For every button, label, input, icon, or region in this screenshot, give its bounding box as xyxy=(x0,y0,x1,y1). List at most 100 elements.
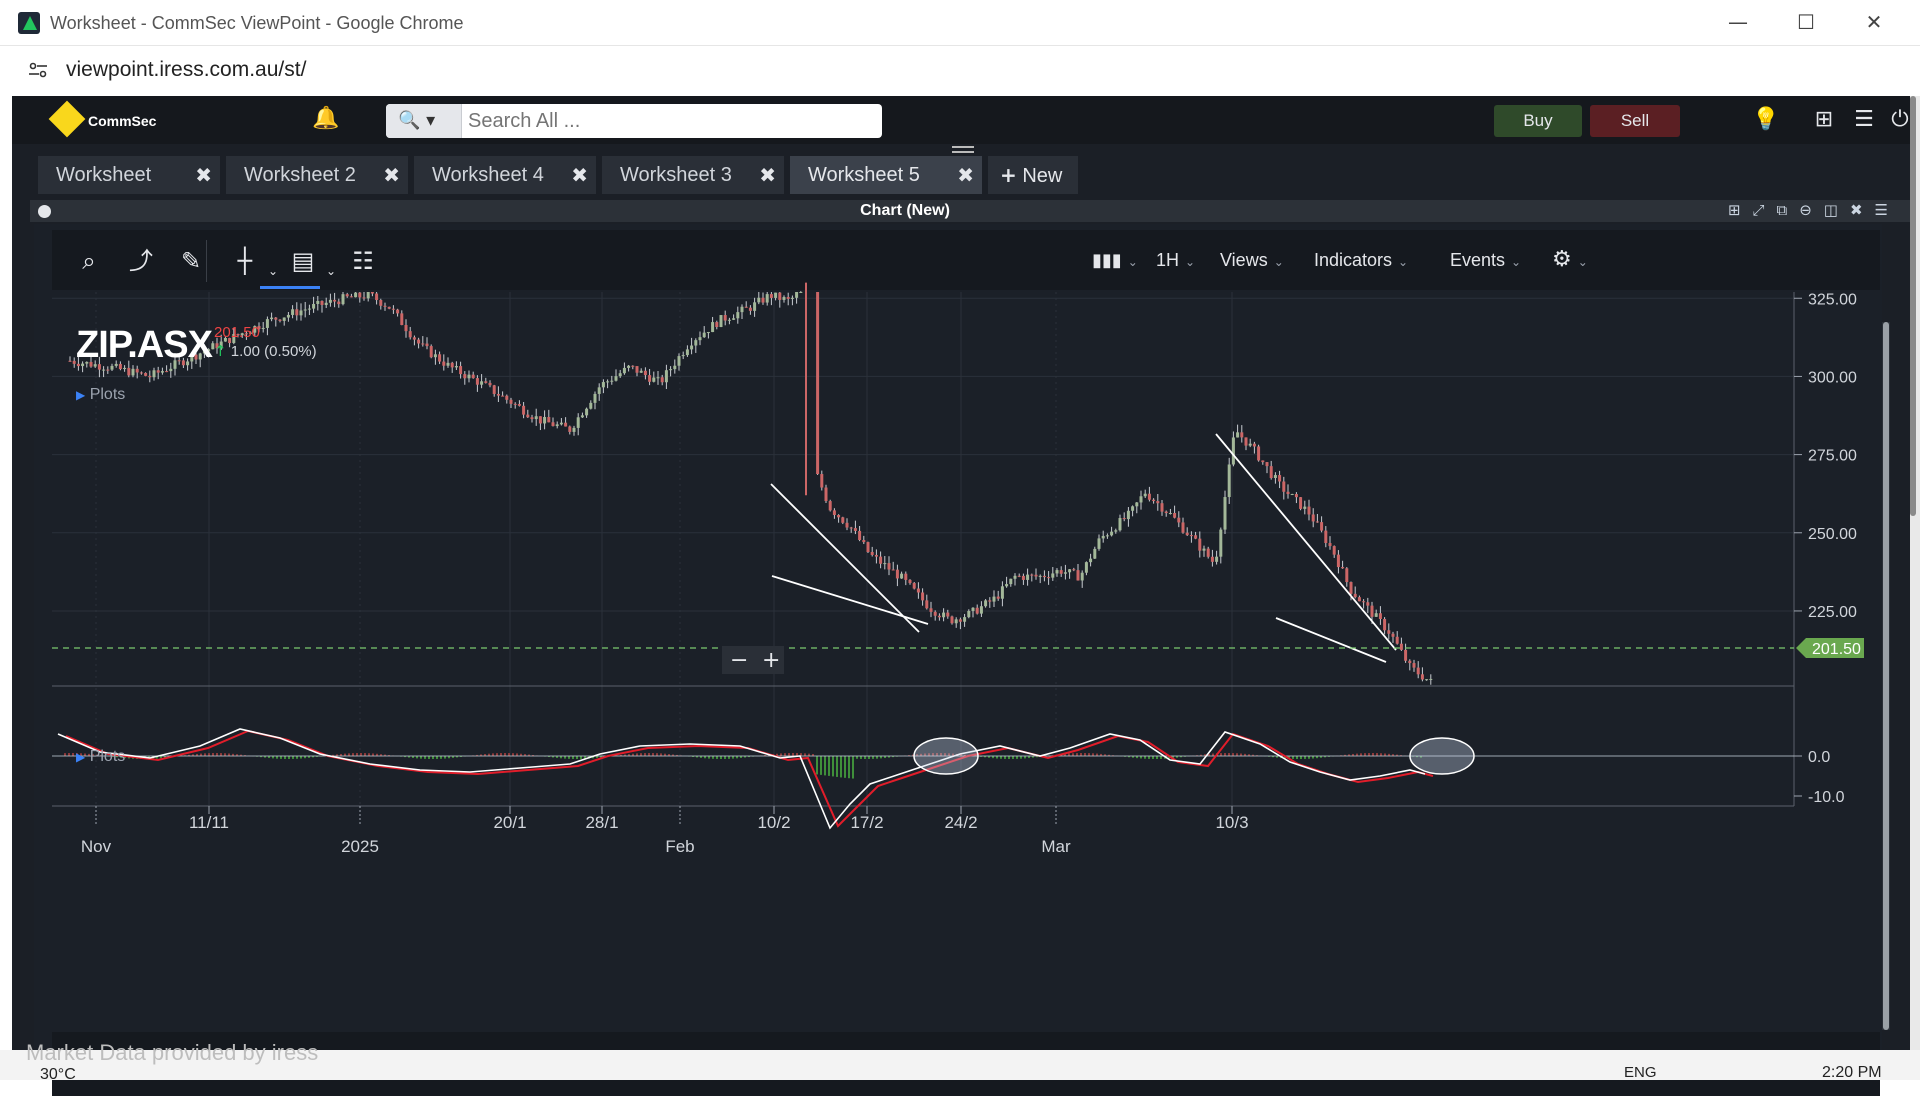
highlight-ellipse-2[interactable] xyxy=(1410,738,1474,774)
oscillator-y-ticks: 0.0-10.0 xyxy=(1794,749,1845,806)
candle-body xyxy=(1102,536,1105,538)
candle-body xyxy=(774,293,777,298)
menu-icon[interactable]: ☰ xyxy=(1850,106,1878,134)
candle-body xyxy=(1005,584,1008,586)
histogram-bar xyxy=(568,756,570,759)
candle-body xyxy=(1119,518,1122,530)
candle-body xyxy=(106,370,109,371)
pane-plus-icon[interactable]: + xyxy=(762,648,780,673)
power-icon[interactable]: ⏻ xyxy=(1886,106,1914,134)
candle-body xyxy=(1026,575,1029,580)
histogram-bar xyxy=(504,753,506,756)
highlight-ellipse-1[interactable] xyxy=(914,738,978,774)
close-tab-icon[interactable]: ✖ xyxy=(383,156,400,194)
bell-icon[interactable]: 🔔 xyxy=(312,106,340,134)
candle-body xyxy=(610,381,613,382)
add-icon[interactable]: ⊞ xyxy=(1810,106,1838,134)
candle-body xyxy=(270,318,273,320)
close-tab-icon[interactable]: ✖ xyxy=(957,156,974,194)
y-tick-label: 225.00 xyxy=(1808,604,1857,621)
histogram-bar xyxy=(784,753,786,756)
last-price-label: 201.50 xyxy=(1812,641,1861,658)
candle-body xyxy=(287,315,290,318)
histogram-bar xyxy=(832,756,834,776)
candle-body xyxy=(1236,432,1239,437)
tab-worksheet-2[interactable]: Worksheet 2 ✖ xyxy=(226,156,408,194)
candle-body xyxy=(816,292,819,474)
close-tab-icon[interactable]: ✖ xyxy=(195,156,212,194)
candle-body xyxy=(1337,555,1340,567)
histogram-bar xyxy=(356,753,358,756)
language-indicator[interactable]: ENG xyxy=(1624,1064,1657,1081)
tab-worksheet[interactable]: Worksheet ✖ xyxy=(38,156,220,194)
candle-body xyxy=(510,400,513,404)
sell-button[interactable]: Sell xyxy=(1590,105,1680,137)
maximize-button[interactable]: ☐ xyxy=(1794,10,1818,34)
candle-body xyxy=(367,292,370,298)
candle-body xyxy=(438,354,441,361)
histogram-bar xyxy=(440,756,442,759)
candle-body xyxy=(400,313,403,325)
close-tab-icon[interactable]: ✖ xyxy=(571,156,588,194)
panel-scrollbar[interactable] xyxy=(1882,322,1890,1030)
pane-minus-icon[interactable]: − xyxy=(730,648,748,673)
clock[interactable]: 2:20 PM xyxy=(1822,1064,1882,1082)
candle-body xyxy=(1060,570,1063,574)
search-input[interactable] xyxy=(468,110,868,132)
tab-worksheet-3[interactable]: Worksheet 3 ✖ xyxy=(602,156,784,194)
tab-worksheet-5[interactable]: Worksheet 5 ✖ xyxy=(790,156,982,194)
candle-body xyxy=(661,377,664,382)
close-button[interactable]: ✕ xyxy=(1862,10,1886,34)
site-settings-icon[interactable] xyxy=(28,62,48,78)
candle-body xyxy=(644,371,647,375)
candle-body xyxy=(724,315,727,320)
histogram-bar xyxy=(360,753,362,756)
histogram-bar xyxy=(432,756,434,759)
candle-body xyxy=(489,383,492,385)
candle-body xyxy=(127,368,130,375)
candle-body xyxy=(820,474,823,487)
candle-body xyxy=(904,574,907,580)
histogram-bar xyxy=(352,753,354,756)
minimize-button[interactable]: — xyxy=(1726,10,1750,34)
histogram-bar xyxy=(224,753,226,756)
candle-body xyxy=(636,366,639,373)
histogram-bar xyxy=(1296,756,1298,759)
candle-body xyxy=(1240,432,1243,437)
histogram-bar xyxy=(816,756,818,774)
osc-tick-label: -10.0 xyxy=(1808,789,1845,806)
close-tab-icon[interactable]: ✖ xyxy=(759,156,776,194)
tab-worksheet-4[interactable]: Worksheet 4 ✖ xyxy=(414,156,596,194)
candle-body xyxy=(1056,570,1059,573)
candle-body xyxy=(1257,446,1260,460)
plots-toggle[interactable]: ▶ Plots xyxy=(76,386,125,404)
candle-body xyxy=(535,416,538,419)
bulb-icon[interactable]: 💡 xyxy=(1752,106,1780,134)
histogram-bar xyxy=(824,756,826,775)
candle-body xyxy=(577,417,580,428)
candle-body xyxy=(715,322,718,327)
histogram-bar xyxy=(1072,753,1074,756)
weather-widget[interactable]: 30°C xyxy=(40,1066,76,1084)
candle-body xyxy=(888,563,891,569)
tab-label: Worksheet 5 xyxy=(808,164,920,186)
candle-body xyxy=(304,310,307,311)
drag-handle[interactable] xyxy=(952,146,974,153)
url-field[interactable]: viewpoint.iress.com.au/st/ xyxy=(66,58,306,82)
panel-window-icons[interactable]: ⊞⤢⧉⊖◫✖☰ xyxy=(1728,201,1900,219)
candle-body xyxy=(1400,644,1403,650)
candle-body xyxy=(1022,576,1025,580)
search-scope-button[interactable]: 🔍 ▾ xyxy=(386,104,462,138)
candle-body xyxy=(1215,557,1218,562)
histogram-bar xyxy=(868,756,870,759)
candle-body xyxy=(837,515,840,517)
osc-plots-toggle[interactable]: ▶ Plots xyxy=(76,748,125,766)
candle-body xyxy=(434,354,437,357)
candle-body xyxy=(858,531,861,540)
histogram-bar xyxy=(724,756,726,759)
histogram-bar xyxy=(496,753,498,756)
new-tab-button[interactable]: + New xyxy=(988,156,1078,194)
histogram-bar xyxy=(860,756,862,759)
buy-button[interactable]: Buy xyxy=(1494,105,1582,137)
candle-body xyxy=(896,570,899,579)
